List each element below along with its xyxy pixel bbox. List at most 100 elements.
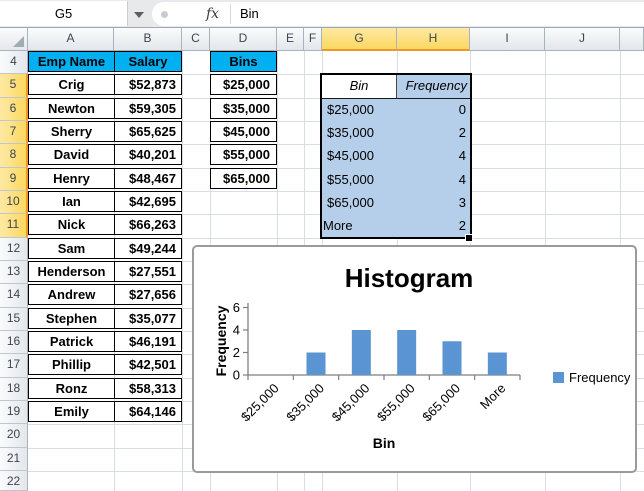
x-category-label[interactable]: More bbox=[477, 381, 509, 413]
cell-bin-value[interactable]: $55,000 bbox=[210, 144, 277, 166]
x-category-label[interactable]: $55,000 bbox=[374, 381, 418, 425]
column-header-J[interactable]: J bbox=[545, 28, 620, 51]
cell-salary[interactable]: $27,551 bbox=[114, 260, 182, 282]
cell-salary[interactable]: $40,201 bbox=[114, 144, 182, 166]
cell-bin-value[interactable]: $45,000 bbox=[210, 120, 277, 142]
column-header-D[interactable]: D bbox=[210, 28, 277, 51]
column-header-A[interactable]: A bbox=[28, 28, 114, 51]
row-header-16[interactable]: 16 bbox=[0, 330, 28, 355]
row-header-9[interactable]: 9 bbox=[0, 167, 28, 191]
row-header-5[interactable]: 5 bbox=[0, 74, 28, 98]
cell-emp-name[interactable]: Patrick bbox=[28, 330, 115, 352]
x-category-label[interactable]: $45,000 bbox=[329, 381, 373, 425]
cell-emp-name[interactable]: Stephen bbox=[28, 307, 115, 329]
cell-emp-name[interactable]: Emily bbox=[28, 400, 115, 422]
row-header-6[interactable]: 6 bbox=[0, 97, 28, 121]
column-header-E[interactable]: E bbox=[277, 28, 304, 51]
y-tick-label[interactable]: 0 bbox=[233, 368, 240, 383]
cell-emp-name[interactable]: Newton bbox=[28, 97, 115, 119]
histogram-chart[interactable]: Histogram 0 2 4 6 $25,000 $35,000 $45,000 $55,00… bbox=[192, 245, 637, 473]
cell-salary[interactable]: $42,695 bbox=[114, 190, 182, 212]
column-header-partial[interactable] bbox=[620, 28, 644, 51]
column-header-C[interactable]: C bbox=[182, 28, 210, 51]
cell-salary[interactable]: $35,077 bbox=[114, 307, 182, 329]
cell-frequency-value[interactable]: 2 bbox=[397, 214, 470, 237]
cell-bin-value[interactable]: More bbox=[322, 214, 397, 237]
cell-emp-name[interactable]: Nick bbox=[28, 214, 115, 236]
cell-frequency-value[interactable]: 2 bbox=[397, 121, 470, 144]
bar-$55,000[interactable] bbox=[397, 330, 417, 375]
row-header-11[interactable]: 11 bbox=[0, 214, 28, 238]
y-axis-title[interactable]: Frequency bbox=[213, 305, 229, 376]
select-all-button[interactable] bbox=[0, 28, 28, 51]
cell-bin-value[interactable]: $35,000 bbox=[210, 97, 277, 119]
cell-salary[interactable]: $46,191 bbox=[114, 330, 182, 352]
cell-bin-value[interactable]: $25,000 bbox=[322, 98, 397, 121]
x-category-label[interactable]: $65,000 bbox=[419, 381, 463, 425]
cell-emp-name[interactable]: David bbox=[28, 144, 115, 166]
cell-emp-name[interactable]: Henry bbox=[28, 167, 115, 189]
cell-frequency-value[interactable]: 4 bbox=[397, 144, 470, 167]
row-header-21[interactable]: 21 bbox=[0, 447, 28, 471]
chart-title[interactable]: Histogram bbox=[345, 263, 474, 293]
cell-salary[interactable]: $49,244 bbox=[114, 237, 182, 259]
bar-$35,000[interactable] bbox=[306, 352, 326, 376]
column-header-F[interactable]: F bbox=[304, 28, 322, 51]
cell-frequency-value[interactable]: 0 bbox=[397, 98, 470, 121]
legend-label[interactable]: Frequency bbox=[569, 370, 631, 385]
cell-emp-name[interactable]: Andrew bbox=[28, 284, 115, 306]
cell-salary[interactable]: $66,263 bbox=[114, 214, 182, 236]
x-category-label[interactable]: $35,000 bbox=[283, 381, 327, 425]
row-header-12[interactable]: 12 bbox=[0, 237, 28, 261]
cell-emp-name[interactable]: Phillip bbox=[28, 354, 115, 376]
selection-fill-handle[interactable] bbox=[465, 233, 473, 242]
bar-$65,000[interactable] bbox=[442, 341, 462, 375]
cell-frequency-header[interactable]: Frequency bbox=[397, 74, 470, 97]
row-header-20[interactable]: 20 bbox=[0, 424, 28, 448]
row-header-14[interactable]: 14 bbox=[0, 284, 28, 308]
cell-salary[interactable]: $59,305 bbox=[114, 97, 182, 119]
row-header-8[interactable]: 8 bbox=[0, 144, 28, 168]
cell-salary[interactable]: $64,146 bbox=[114, 400, 182, 422]
cell-emp-name[interactable]: Sam bbox=[28, 237, 115, 259]
cell-emp-name[interactable]: Sherry bbox=[28, 120, 115, 142]
insert-function-icon[interactable]: fx bbox=[206, 2, 219, 26]
row-header-13[interactable]: 13 bbox=[0, 260, 28, 285]
cell-frequency-value[interactable]: 4 bbox=[397, 168, 470, 191]
row-header-17[interactable]: 17 bbox=[0, 354, 28, 378]
row-header-4[interactable]: 4 bbox=[0, 51, 28, 75]
column-header-H[interactable]: H bbox=[397, 28, 470, 51]
row-header-18[interactable]: 18 bbox=[0, 377, 28, 401]
x-axis-title[interactable]: Bin bbox=[373, 435, 396, 451]
legend-swatch-icon[interactable] bbox=[553, 372, 564, 383]
column-header-I[interactable]: I bbox=[470, 28, 545, 51]
cell-salary[interactable]: $42,501 bbox=[114, 354, 182, 376]
cell-emp-name[interactable]: Crig bbox=[28, 74, 115, 96]
cell-salary[interactable]: $48,467 bbox=[114, 167, 182, 189]
cell-bin-value[interactable]: $45,000 bbox=[322, 144, 397, 167]
cell-emp-name[interactable]: Ronz bbox=[28, 377, 115, 399]
row-header-15[interactable]: 15 bbox=[0, 307, 28, 331]
name-box-dropdown-icon[interactable] bbox=[134, 12, 144, 18]
x-category-label[interactable]: $25,000 bbox=[238, 381, 282, 425]
y-tick-label[interactable]: 4 bbox=[233, 323, 240, 338]
bar-$45,000[interactable] bbox=[351, 330, 371, 375]
row-header-7[interactable]: 7 bbox=[0, 120, 28, 145]
bar-More[interactable] bbox=[487, 352, 507, 376]
cell-emp-name[interactable]: Ian bbox=[28, 190, 115, 212]
row-header-19[interactable]: 19 bbox=[0, 400, 28, 425]
column-header-G[interactable]: G bbox=[322, 28, 397, 51]
cell-salary[interactable]: $52,873 bbox=[114, 74, 182, 96]
formula-bar-splitter-dot[interactable] bbox=[161, 11, 168, 18]
cell-bin-value[interactable]: $35,000 bbox=[322, 121, 397, 144]
cell-bin-value[interactable]: $65,000 bbox=[210, 167, 277, 189]
row-header-10[interactable]: 10 bbox=[0, 190, 28, 215]
cell-bin-value[interactable]: $25,000 bbox=[210, 74, 277, 96]
cell-bins-header[interactable]: Bins bbox=[210, 51, 277, 72]
y-tick-label[interactable]: 6 bbox=[233, 300, 240, 315]
cell-bin-header[interactable]: Bin bbox=[322, 74, 397, 98]
column-header-B[interactable]: B bbox=[114, 28, 182, 51]
y-tick-label[interactable]: 2 bbox=[233, 345, 240, 360]
cell-salary[interactable]: $58,313 bbox=[114, 377, 182, 399]
cell-frequency-value[interactable]: 3 bbox=[397, 191, 470, 214]
